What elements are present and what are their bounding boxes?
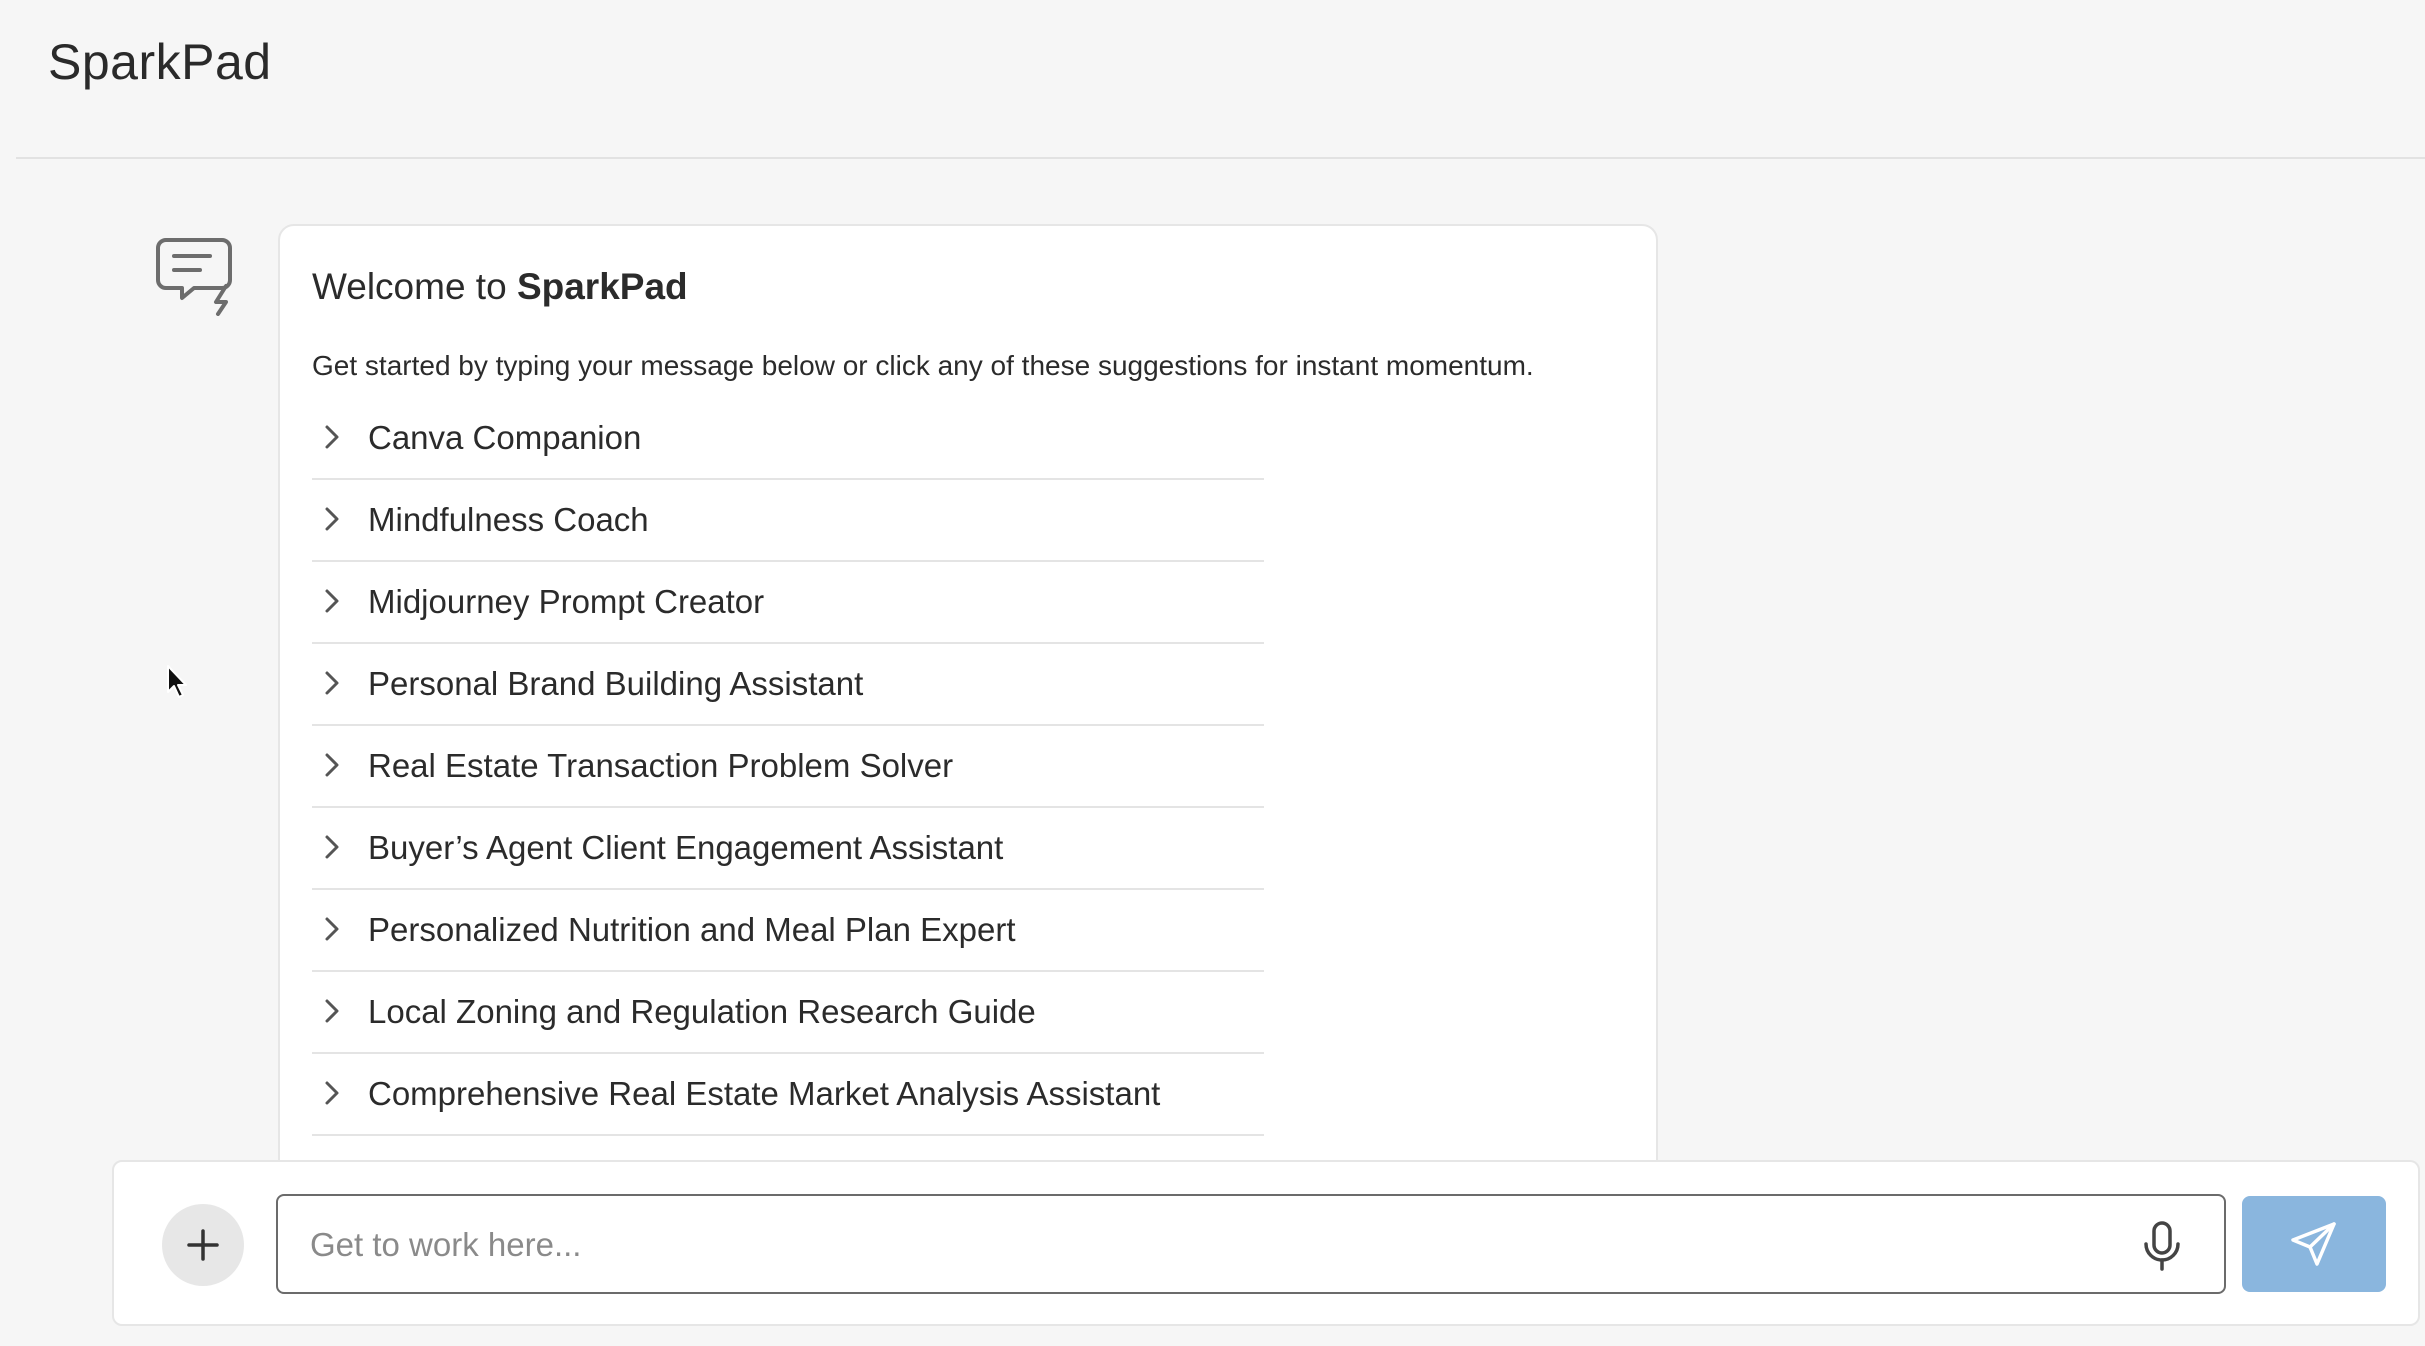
chevron-right-icon: [318, 914, 344, 944]
chevron-right-icon: [318, 586, 344, 616]
suggestion-label: Canva Companion: [368, 419, 642, 456]
plus-icon: [187, 1229, 219, 1261]
chevron-right-icon: [318, 668, 344, 698]
suggestion-item[interactable]: Real Estate Transaction Problem Solver: [312, 726, 1264, 808]
message-composer: [112, 1160, 2420, 1326]
welcome-card: Welcome to SparkPad Get started by typin…: [278, 224, 1658, 1224]
mouse-cursor-icon: [166, 664, 188, 700]
microphone-button[interactable]: [2140, 1220, 2184, 1272]
suggestion-label: Real Estate Transaction Problem Solver: [368, 747, 954, 784]
chat-bolt-icon: [154, 236, 238, 316]
suggestion-item[interactable]: Midjourney Prompt Creator: [312, 562, 1264, 644]
chevron-right-icon: [318, 750, 344, 780]
suggestion-item[interactable]: Personalized Nutrition and Meal Plan Exp…: [312, 890, 1264, 972]
suggestion-label: Local Zoning and Regulation Research Gui…: [368, 993, 1036, 1030]
microphone-icon: [2144, 1221, 2180, 1271]
welcome-title-brand: SparkPad: [516, 266, 688, 307]
suggestion-label: Personal Brand Building Assistant: [368, 665, 864, 702]
suggestion-item[interactable]: Buyer’s Agent Client Engagement Assistan…: [312, 808, 1264, 890]
suggestion-label: Mindfulness Coach: [368, 501, 649, 538]
message-input-container: [276, 1194, 2226, 1294]
chevron-right-icon: [318, 422, 344, 452]
chevron-right-icon: [318, 996, 344, 1026]
suggestion-item[interactable]: Canva Companion: [312, 398, 1264, 480]
suggestion-label: Buyer’s Agent Client Engagement Assistan…: [368, 829, 1004, 866]
header-divider: [16, 157, 2425, 159]
suggestion-item[interactable]: Local Zoning and Regulation Research Gui…: [312, 972, 1264, 1054]
suggestion-item[interactable]: Comprehensive Real Estate Market Analysi…: [312, 1054, 1264, 1136]
suggestion-item[interactable]: Personal Brand Building Assistant: [312, 644, 1264, 726]
suggestion-list: Canva Companion Mindfulness Coach Midjou…: [312, 398, 1264, 1136]
chevron-right-icon: [318, 832, 344, 862]
message-input[interactable]: [308, 1218, 2108, 1272]
paper-plane-icon: [2291, 1222, 2336, 1266]
chevron-right-icon: [318, 1078, 344, 1108]
welcome-subtitle: Get started by typing your message below…: [312, 350, 1534, 381]
suggestion-label: Personalized Nutrition and Meal Plan Exp…: [368, 911, 1016, 948]
chevron-right-icon: [318, 504, 344, 534]
attach-button[interactable]: [162, 1204, 244, 1286]
suggestion-label: Comprehensive Real Estate Market Analysi…: [368, 1075, 1161, 1112]
send-button[interactable]: [2242, 1196, 2386, 1292]
suggestion-label: Midjourney Prompt Creator: [368, 583, 765, 620]
app-header: SparkPad: [0, 0, 2425, 159]
welcome-title: Welcome to SparkPad: [312, 264, 688, 310]
app-title: SparkPad: [48, 34, 272, 90]
welcome-title-prefix: Welcome to: [312, 266, 517, 307]
suggestion-item[interactable]: Mindfulness Coach: [312, 480, 1264, 562]
